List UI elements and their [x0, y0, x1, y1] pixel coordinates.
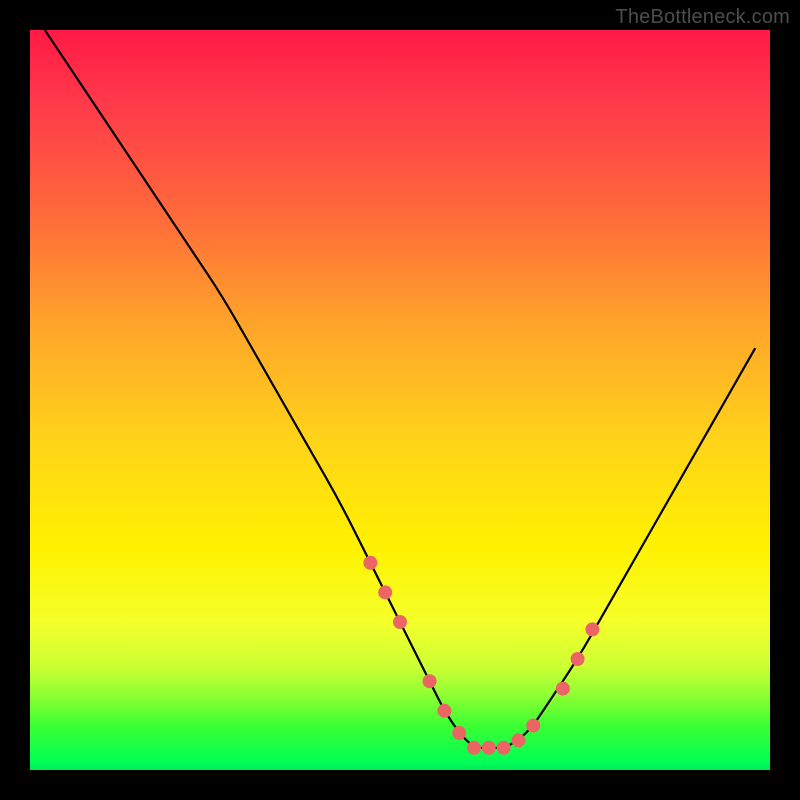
chart-frame: TheBottleneck.com [0, 0, 800, 800]
watermark-text: TheBottleneck.com [615, 6, 790, 29]
plot-container [30, 30, 770, 770]
gradient-background [30, 30, 770, 770]
